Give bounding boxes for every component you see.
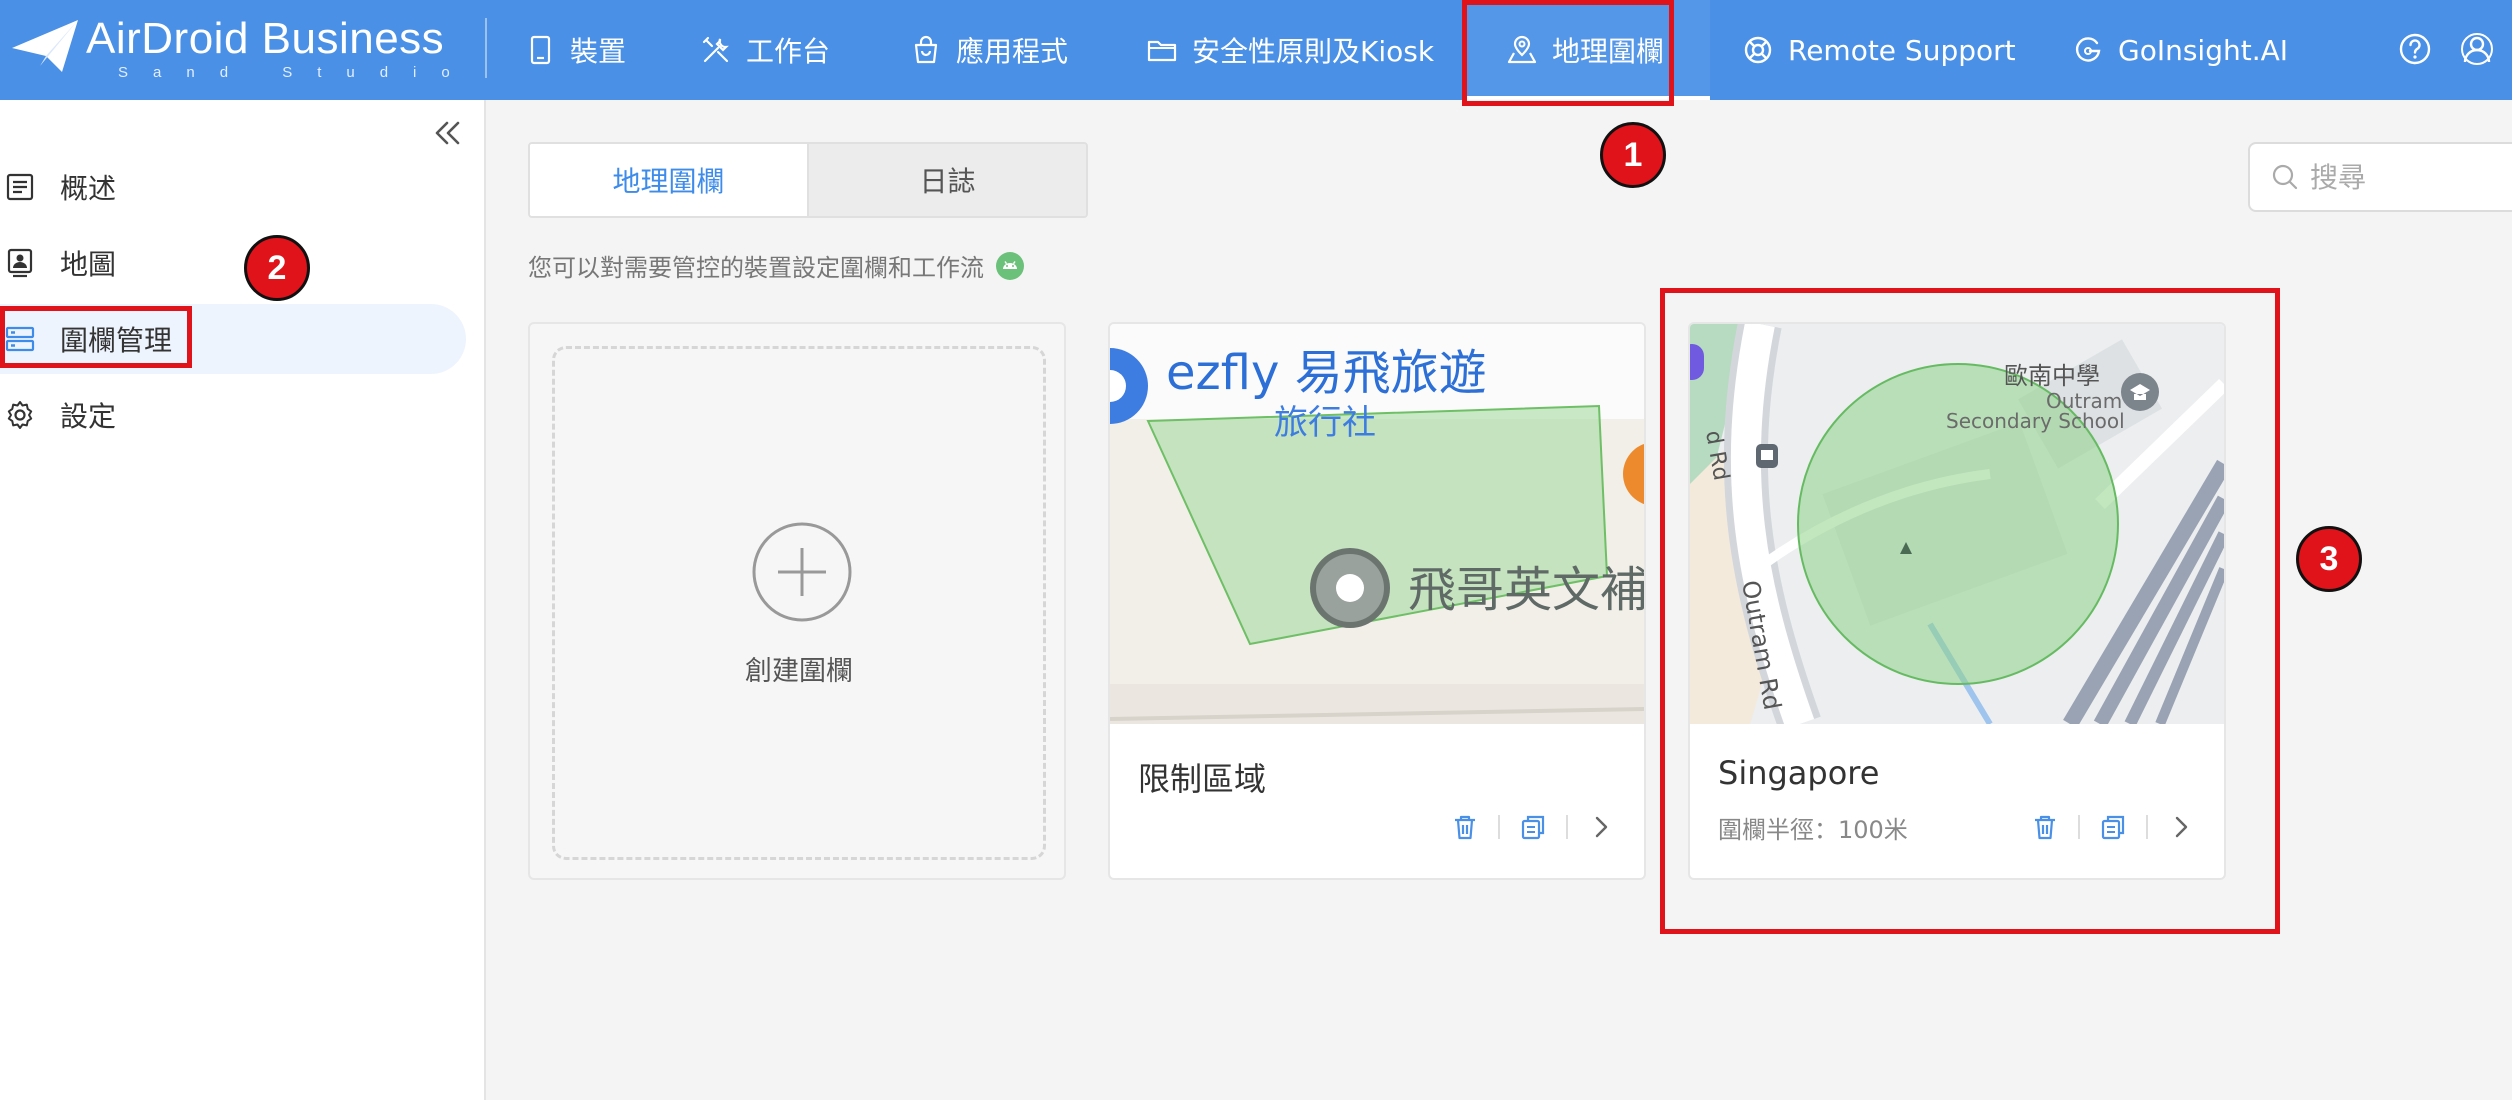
logo-divider (485, 18, 487, 78)
map-label-travel-agency: 旅行社 (1274, 403, 1376, 443)
sidebar: 概述 地圖 圍欄管理 設定 (0, 100, 486, 1100)
sidebar-item-label: 地圖 (60, 248, 117, 281)
fence-card-title: 限制區域 (1138, 760, 1267, 798)
copy-icon[interactable] (1518, 812, 1548, 842)
nav-workbench[interactable]: 工作台 (700, 0, 830, 100)
settings-gear-icon (7, 401, 33, 429)
map-icon (7, 248, 33, 278)
nav-remote-support[interactable]: Remote Support (1742, 0, 2016, 100)
step-badge: 3 (2296, 526, 2362, 592)
tab-logs[interactable]: 日誌 (807, 144, 1086, 216)
fence-map-preview: ezfly 易飛旅遊 旅行社 飛哥英文補 (1110, 324, 1644, 724)
brand-name: AirDroid Business (86, 14, 445, 63)
tab-geofence[interactable]: 地理圍欄 (530, 144, 807, 216)
device-icon (530, 35, 551, 65)
tab-group: 地理圍欄 日誌 (528, 142, 1088, 218)
overview-icon (6, 173, 34, 201)
nav-policy-kiosk-label: 安全性原則及Kiosk (1192, 35, 1435, 68)
add-circle-icon (752, 522, 852, 622)
fence-card-restricted-area[interactable]: ezfly 易飛旅遊 旅行社 飛哥英文補 限制區域 (1108, 322, 1646, 880)
chevron-right-icon[interactable] (1586, 812, 1616, 842)
airdroid-logo[interactable]: AirDroid Business Sand Studio (10, 12, 450, 84)
lifebuoy-icon (1744, 36, 1772, 64)
nav-policy-kiosk[interactable]: 安全性原則及Kiosk (1146, 0, 1434, 100)
search-input[interactable] (2310, 160, 2460, 194)
highlight-box-singapore-card (1660, 288, 2280, 934)
create-fence-dropzone: 創建圍欄 (552, 346, 1046, 860)
sidebar-item-label: 概述 (60, 172, 117, 205)
map-label-ezfly: ezfly 易飛旅遊 (1166, 345, 1487, 401)
nav-apps[interactable]: 應用程式 (910, 0, 1068, 100)
search-icon (2272, 164, 2298, 190)
fence-card-actions (1450, 812, 1616, 842)
paper-plane-logo-icon (12, 20, 78, 72)
nav-workbench-label: 工作台 (746, 35, 831, 68)
create-fence-label: 創建圍欄 (745, 656, 853, 687)
android-icon (996, 251, 1024, 280)
map-label-poi: 飛哥英文補 (1408, 562, 1644, 618)
goinsight-icon (2075, 37, 2101, 62)
polygon-fence-map: ezfly 易飛旅遊 旅行社 飛哥英文補 (1110, 324, 1644, 724)
page-description: 您可以對需要管控的裝置設定圍欄和工作流 (528, 248, 1024, 283)
create-fence-card[interactable]: 創建圍欄 (528, 322, 1066, 880)
app-bag-icon (914, 35, 938, 64)
highlight-box-nav-geofence (1462, 0, 1674, 106)
step-badge: 2 (244, 235, 310, 301)
nav-goinsight[interactable]: GoInsight.AI (2072, 0, 2288, 100)
nav-apps-label: 應用程式 (956, 35, 1069, 68)
step-badge: 1 (1600, 122, 1666, 188)
collapse-sidebar-icon[interactable] (430, 116, 464, 150)
search-box[interactable] (2248, 142, 2512, 212)
action-separator (1566, 815, 1568, 839)
sidebar-item-label: 設定 (60, 400, 117, 433)
folder-icon (1147, 40, 1177, 62)
highlight-box-fence-management (0, 306, 192, 368)
sidebar-item-map[interactable]: 地圖 (0, 228, 116, 298)
nav-remote-support-label: Remote Support (1788, 33, 2016, 67)
nav-goinsight-label: GoInsight.AI (2118, 33, 2289, 67)
top-navigation-bar: AirDroid Business Sand Studio 裝置 工作台 應用程… (0, 0, 2512, 100)
nav-devices-label: 裝置 (570, 35, 627, 68)
delete-icon[interactable] (1450, 812, 1480, 842)
sidebar-item-overview[interactable]: 概述 (0, 152, 116, 222)
description-text: 您可以對需要管控的裝置設定圍欄和工作流 (528, 254, 984, 282)
brand-subtitle: Sand Studio (118, 64, 475, 81)
tools-icon (702, 36, 729, 63)
sidebar-item-settings[interactable]: 設定 (0, 380, 116, 450)
help-icon[interactable] (2398, 32, 2432, 66)
user-icon[interactable] (2460, 32, 2494, 66)
action-separator (1498, 815, 1500, 839)
nav-devices[interactable]: 裝置 (524, 0, 626, 100)
